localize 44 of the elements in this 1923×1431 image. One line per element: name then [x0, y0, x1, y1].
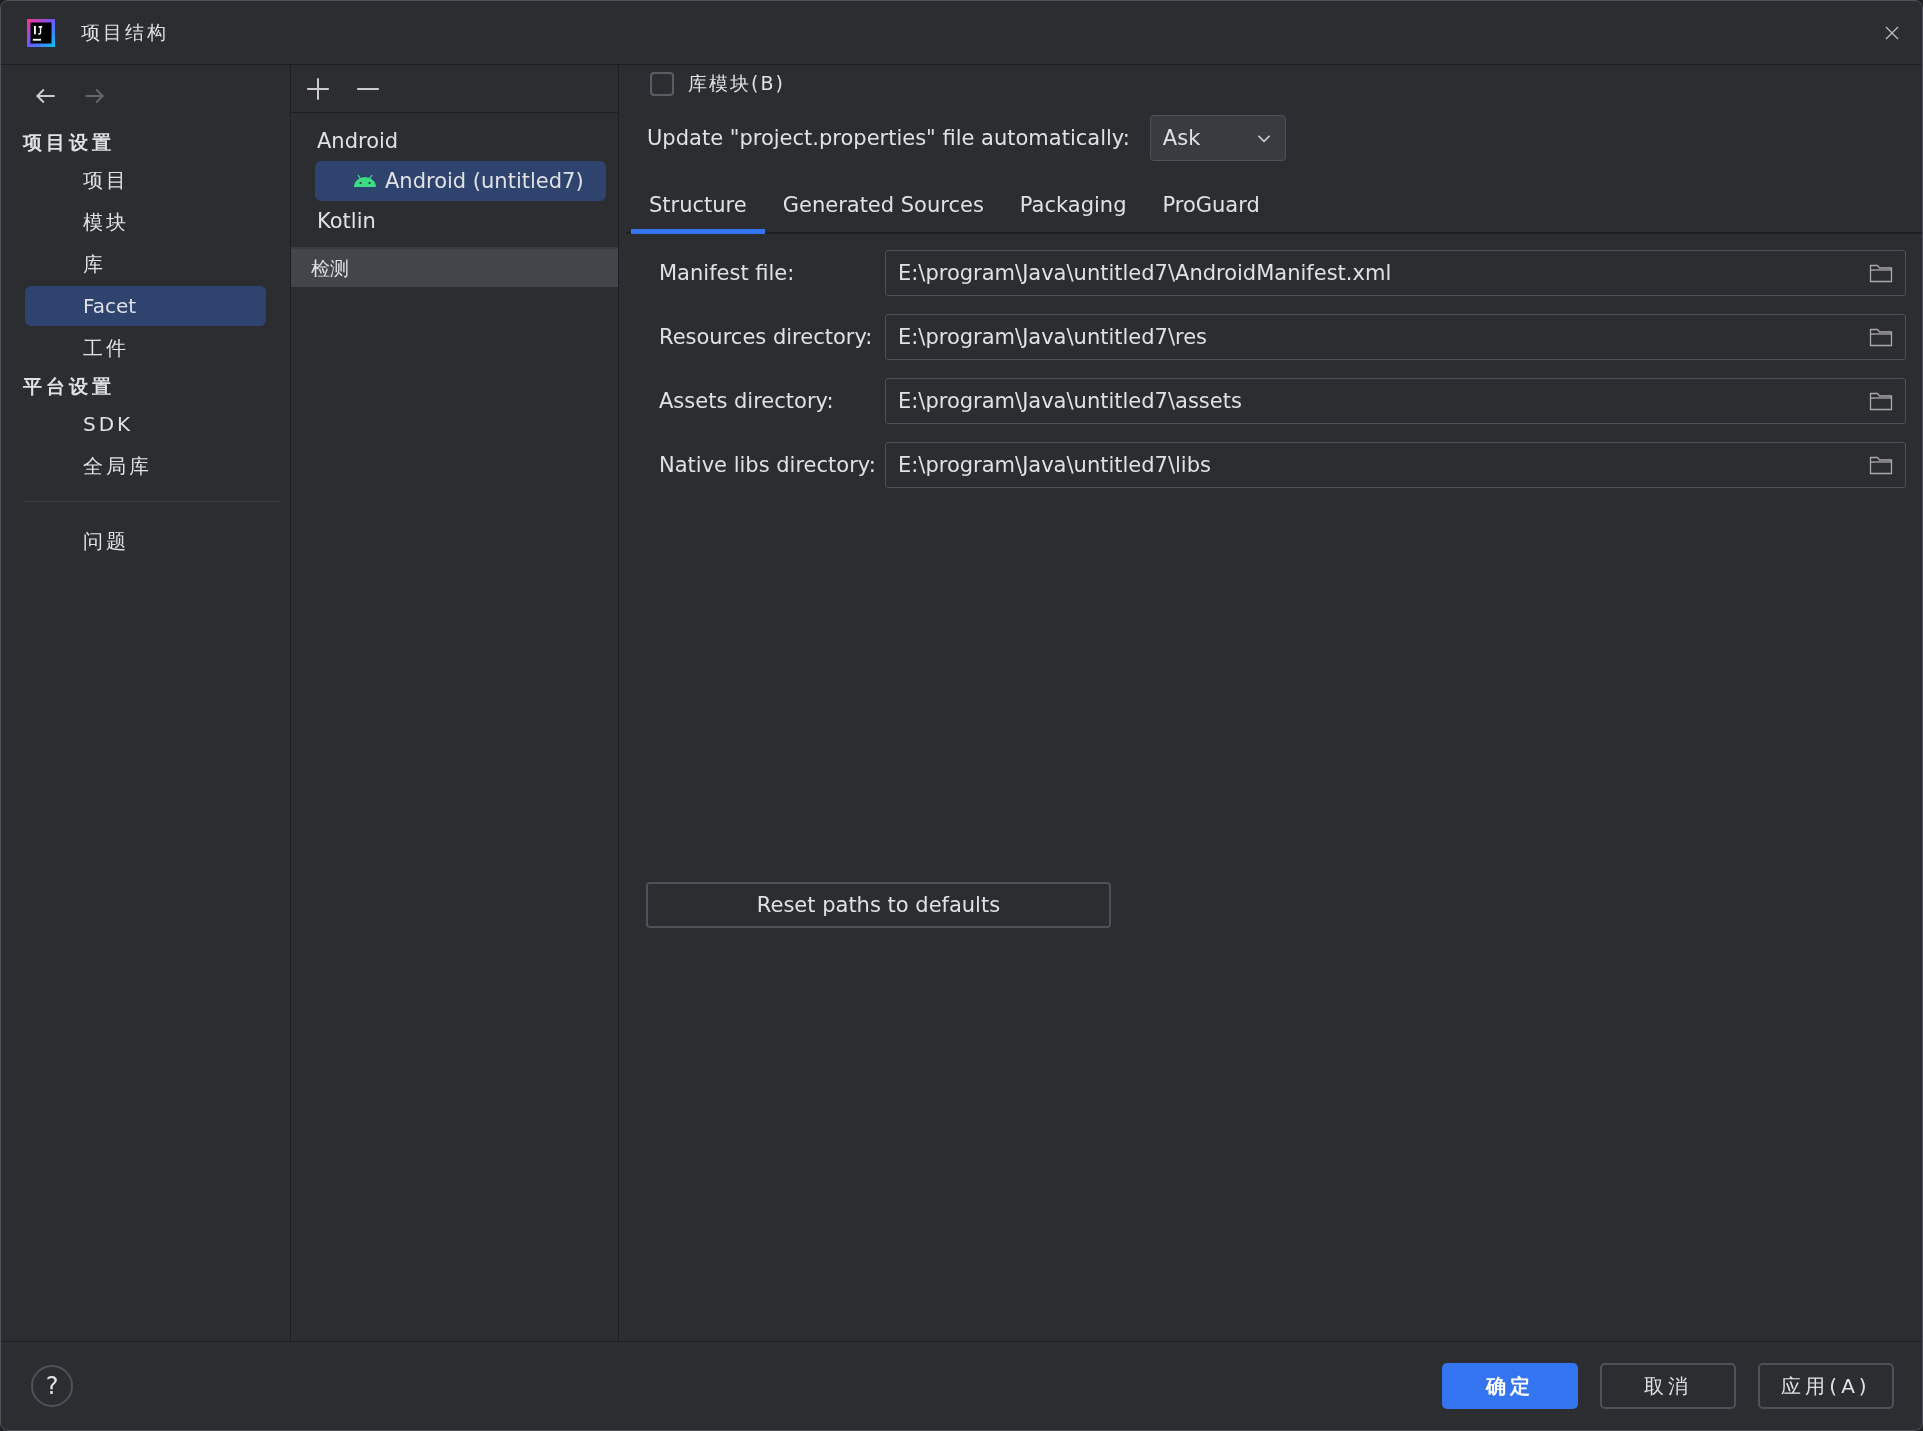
dialog-button[interactable]: 确定 — [1442, 1363, 1578, 1409]
ask-dropdown[interactable]: Ask — [1149, 115, 1286, 161]
section-heading: 项目设置 — [21, 130, 116, 155]
tab[interactable]: Generated Sources — [764, 183, 1002, 234]
checkbox-label: 库模块(B) — [688, 71, 785, 96]
path-field[interactable]: E:\program\Java\untitled7\libs — [885, 442, 1906, 488]
field-label: Native libs directory: — [659, 453, 877, 477]
folder-icon[interactable] — [1869, 327, 1893, 347]
sidebar-item[interactable]: SDK — [25, 404, 266, 444]
section-heading: 平台设置 — [22, 374, 116, 399]
path-field[interactable]: E:\program\Java\untitled7\AndroidManifest.xml — [885, 250, 1906, 296]
folder-icon[interactable] — [1869, 391, 1893, 411]
tab[interactable]: ProGuard — [1144, 183, 1278, 234]
folder-icon[interactable] — [1869, 455, 1893, 475]
dialog-button[interactable]: 应用(A) — [1758, 1363, 1894, 1409]
add-icon[interactable] — [305, 75, 331, 102]
sidebar-item[interactable]: 全局库 — [25, 446, 266, 486]
close-icon[interactable] — [1884, 24, 1900, 41]
tab[interactable]: Structure — [631, 183, 765, 234]
field-label: Manifest file: — [659, 261, 796, 285]
path-field[interactable]: E:\program\Java\untitled7\res — [885, 314, 1906, 360]
field-label: Update "project.properties" file automatically: — [647, 126, 1130, 150]
tree-item[interactable]: Android (untitled7) — [315, 161, 606, 201]
checkbox[interactable] — [650, 72, 674, 96]
sidebar-item[interactable]: Facet — [25, 286, 266, 326]
sidebar-item[interactable]: 项目 — [25, 160, 266, 200]
sidebar-item[interactable]: 问题 — [25, 521, 266, 561]
app-logo-icon — [27, 18, 55, 47]
dialog-button[interactable]: 取消 — [1600, 1363, 1736, 1409]
field-label: Resources directory: — [659, 325, 874, 349]
folder-icon[interactable] — [1869, 263, 1893, 283]
tab[interactable]: Packaging — [1001, 183, 1145, 234]
tree-item[interactable]: Kotlin — [315, 201, 604, 241]
detection-item[interactable]: 检测 — [291, 247, 618, 287]
window-title: 项目结构 — [81, 19, 170, 45]
path-field[interactable]: E:\program\Java\untitled7\assets — [885, 378, 1906, 424]
sidebar-item[interactable]: 模块 — [25, 202, 266, 242]
field-label: Assets directory: — [659, 389, 835, 413]
sidebar-item[interactable]: 工件 — [25, 328, 266, 368]
tree-item[interactable]: Android — [315, 121, 604, 161]
reset-paths-button[interactable]: Reset paths to defaults — [646, 882, 1111, 928]
help-button[interactable]: ? — [31, 1365, 73, 1407]
android-icon — [353, 174, 377, 188]
sidebar-item[interactable]: 库 — [25, 244, 266, 284]
